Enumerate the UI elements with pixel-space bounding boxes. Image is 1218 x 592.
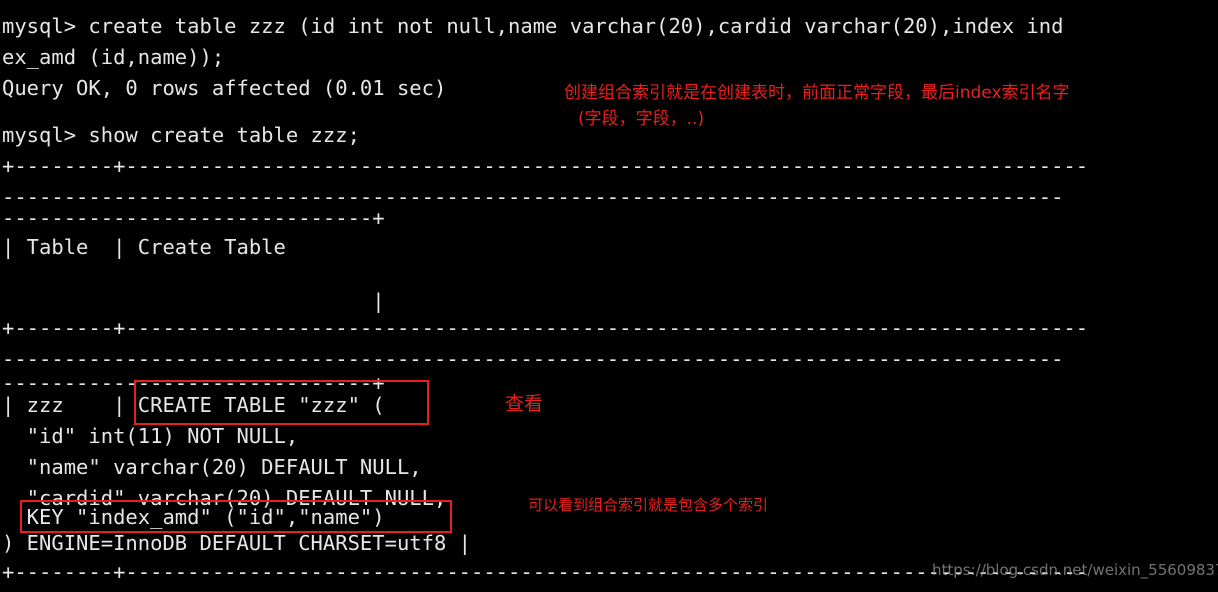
composite-index-note: 可以看到组合索引就是包含多个索引: [528, 496, 769, 514]
view-note: 查看: [505, 393, 544, 415]
terminal-line: mysql> show create table zzz;: [2, 123, 360, 147]
terminal-line: "id" int(11) NOT NULL,: [2, 424, 299, 448]
watermark: https://blog.csdn.net/weixin_55609837: [932, 561, 1218, 579]
terminal-line: +--------+------------------------------…: [2, 316, 1089, 340]
terminal-line: ex_amd (id,name));: [2, 45, 225, 69]
create-index-note-line2: (字段，字段，..): [578, 109, 705, 129]
key-index-box: [20, 500, 452, 533]
terminal-line: "name" varchar(20) DEFAULT NULL,: [2, 455, 422, 479]
create-table-box: [134, 380, 429, 425]
terminal-line: Query OK, 0 rows affected (0.01 sec): [2, 76, 447, 100]
terminal-line: mysql> create table zzz (id int not null…: [2, 14, 1064, 38]
terminal-screenshot: mysql> create table zzz (id int not null…: [0, 0, 1218, 592]
terminal-line: +--------+------------------------------…: [2, 154, 1089, 178]
terminal-line: ------------------------------+: [2, 206, 385, 230]
create-index-note-line1: 创建组合索引就是在创建表时，前面正常字段，最后index索引名字: [564, 83, 1070, 103]
terminal-line: +--------+------------------------------…: [2, 560, 1089, 584]
terminal-line: | Table | Create Table: [2, 235, 286, 259]
